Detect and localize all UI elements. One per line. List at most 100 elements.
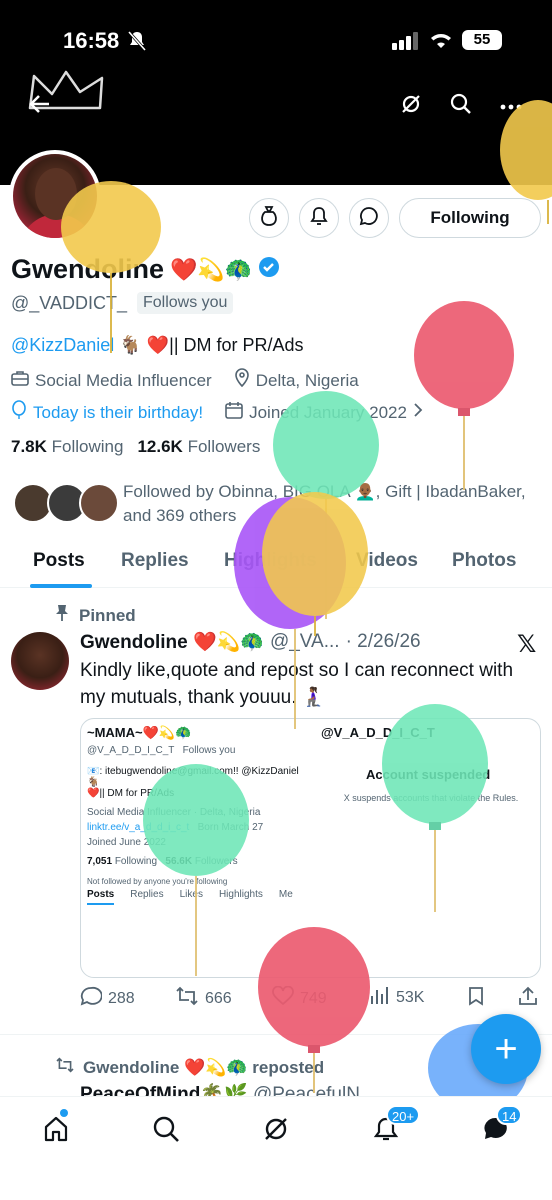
- quote-bio-line-1: 📧: itebugwendoline@gmail.com!! @KizzDani…: [87, 766, 299, 788]
- following-stat[interactable]: 7.8K Following: [11, 437, 123, 457]
- post-image[interactable]: ~MAMA~❤️💫🦚 @V_A_D_D_I_C_T Follows you 📧:…: [80, 718, 541, 978]
- grok-icon: [400, 93, 422, 120]
- back-arrow-icon: [29, 94, 51, 119]
- tab-posts[interactable]: Posts: [33, 550, 85, 572]
- heart-icon: [272, 985, 294, 1011]
- bookmark-button[interactable]: [468, 986, 484, 1011]
- quote-tab: Replies: [130, 889, 164, 900]
- message-bubble-icon: [359, 206, 379, 231]
- quote-joined: Joined June 2022: [87, 837, 166, 848]
- followed-by-line-1: Followed by Obinna, BIG OLA 👨🏾‍🦲, Gift |…: [123, 482, 526, 501]
- profile-handle-row: @_VADDICT_ Follows you: [11, 292, 234, 314]
- following-count: 7.8K: [11, 437, 47, 456]
- nav-home[interactable]: [36, 1109, 76, 1151]
- bio-text: 🐐 ❤️|| DM for PR/Ads: [114, 335, 304, 355]
- nav-search[interactable]: [146, 1111, 186, 1151]
- avatar: [79, 483, 119, 523]
- tab-videos[interactable]: Videos: [356, 550, 418, 572]
- followed-by-line-2: and 369 others: [123, 506, 237, 525]
- quote-profile-left: ~MAMA~❤️💫🦚 @V_A_D_D_I_C_T Follows you 📧:…: [87, 725, 312, 886]
- quote-link: linktr.ee/v_a_d_d_i_c_t: [87, 822, 190, 833]
- pinned-label-row: Pinned: [55, 604, 136, 627]
- quote-following-word: Following: [114, 856, 158, 867]
- profile-joined: Joined January 2022: [249, 402, 407, 422]
- nav-notifications[interactable]: 20+: [366, 1105, 421, 1151]
- repost-button[interactable]: 666: [175, 986, 232, 1011]
- views-button[interactable]: 53K: [370, 986, 424, 1009]
- quote-meta-1: Social Media Influencer · Delta, Nigeria: [87, 807, 261, 818]
- tip-button[interactable]: [249, 198, 289, 238]
- bottom-navigation: 20+ 14: [0, 1096, 552, 1200]
- reply-count: 288: [108, 989, 135, 1007]
- search-icon: [450, 93, 472, 120]
- x-logo-icon: 𝕏: [517, 631, 537, 658]
- quote-followers-word: Followers: [194, 856, 238, 867]
- calendar-icon: [225, 401, 243, 424]
- quote-bio-line-2: ❤️|| DM for PR/Ads: [87, 788, 175, 799]
- profile-avatar[interactable]: [9, 150, 101, 242]
- quote-followers: 56.6K: [165, 856, 193, 867]
- profile-meta-row-1: Social Media Influencer Delta, Nigeria: [11, 368, 359, 393]
- profile-banner[interactable]: 16:58 55: [0, 0, 552, 185]
- battery-indicator: 55: [462, 30, 502, 50]
- tab-highlights[interactable]: Highlights: [224, 550, 317, 572]
- profile-meta-row-2: Today is their birthday! Joined January …: [11, 400, 423, 425]
- post-text: Kindly like,quote and repost so I can re…: [80, 660, 514, 708]
- profile-birthday[interactable]: Today is their birthday!: [33, 403, 203, 423]
- bio-mention-link[interactable]: @KizzDaniel: [11, 335, 114, 355]
- repost-label: Gwendoline ❤️💫🦚 reposted: [83, 1057, 325, 1077]
- balloon: [414, 301, 514, 490]
- quote-tab: Me: [278, 889, 293, 900]
- search-icon: [152, 1115, 180, 1148]
- grok-button[interactable]: [393, 88, 429, 124]
- search-button[interactable]: [443, 88, 479, 124]
- grok-icon: [262, 1115, 290, 1148]
- nav-messages[interactable]: 14: [476, 1105, 523, 1151]
- followed-by-row[interactable]: Followed by Obinna, BIG OLA 👨🏾‍🦲, Gift |…: [11, 480, 546, 530]
- wifi-icon: [428, 30, 454, 55]
- followers-stat[interactable]: 12.6K Followers: [137, 437, 260, 457]
- money-bag-icon: [259, 205, 279, 232]
- cellular-signal-icon: [392, 32, 420, 55]
- bell-check-icon: [309, 205, 329, 232]
- tab-replies[interactable]: Replies: [121, 550, 189, 572]
- message-button[interactable]: [349, 198, 389, 238]
- more-button[interactable]: [493, 88, 529, 124]
- following-stat-label: Following: [51, 437, 124, 456]
- quote-tab: Highlights: [218, 889, 263, 900]
- tab-photos[interactable]: Photos: [452, 550, 516, 572]
- quote-tabs: Posts Replies Likes Highlights Me: [87, 889, 312, 905]
- quote-account-suspended: Account suspended: [366, 767, 491, 782]
- profile-name-text: Gwendoline: [11, 254, 165, 284]
- quote-following: 7,051: [87, 856, 113, 867]
- quote-profile-right: @V_A_D_D_I_C_T Account suspended X suspe…: [321, 725, 536, 803]
- repost-icon: [175, 986, 199, 1011]
- followed-by-text: Followed by Obinna, BIG OLA 👨🏾‍🦲, Gift |…: [123, 480, 526, 528]
- notifications-button[interactable]: [299, 198, 339, 238]
- pinned-label: Pinned: [79, 605, 136, 625]
- reply-button[interactable]: 288: [80, 986, 135, 1011]
- profile-name: Gwendoline ❤️💫🦚: [11, 254, 280, 285]
- post-avatar[interactable]: [11, 632, 69, 690]
- back-button[interactable]: [22, 88, 58, 124]
- quote-tab: Likes: [179, 889, 203, 900]
- like-button[interactable]: 749: [272, 985, 327, 1011]
- post-date: · 2/26/26: [345, 631, 421, 652]
- verified-badge-icon[interactable]: [258, 254, 280, 285]
- reply-icon: [80, 986, 103, 1011]
- like-count: 749: [300, 989, 327, 1007]
- repost-count: 666: [205, 989, 232, 1007]
- nav-grok[interactable]: [256, 1111, 296, 1151]
- compose-post-button[interactable]: +: [471, 1014, 541, 1084]
- following-button[interactable]: Following: [399, 198, 541, 238]
- home-unread-dot: [60, 1109, 68, 1117]
- quote-handle-row: @V_A_D_D_I_C_T Follows you: [87, 745, 312, 756]
- profile-name-emojis: ❤️💫🦚: [170, 256, 253, 282]
- chevron-right-icon[interactable]: [413, 402, 423, 423]
- messages-badge: 14: [496, 1105, 523, 1125]
- post-author[interactable]: Gwendoline ❤️💫🦚: [80, 630, 264, 654]
- profile-location: Delta, Nigeria: [255, 370, 359, 390]
- post-divider: [0, 1034, 552, 1035]
- location-pin-icon: [234, 368, 250, 393]
- share-button[interactable]: [518, 986, 538, 1011]
